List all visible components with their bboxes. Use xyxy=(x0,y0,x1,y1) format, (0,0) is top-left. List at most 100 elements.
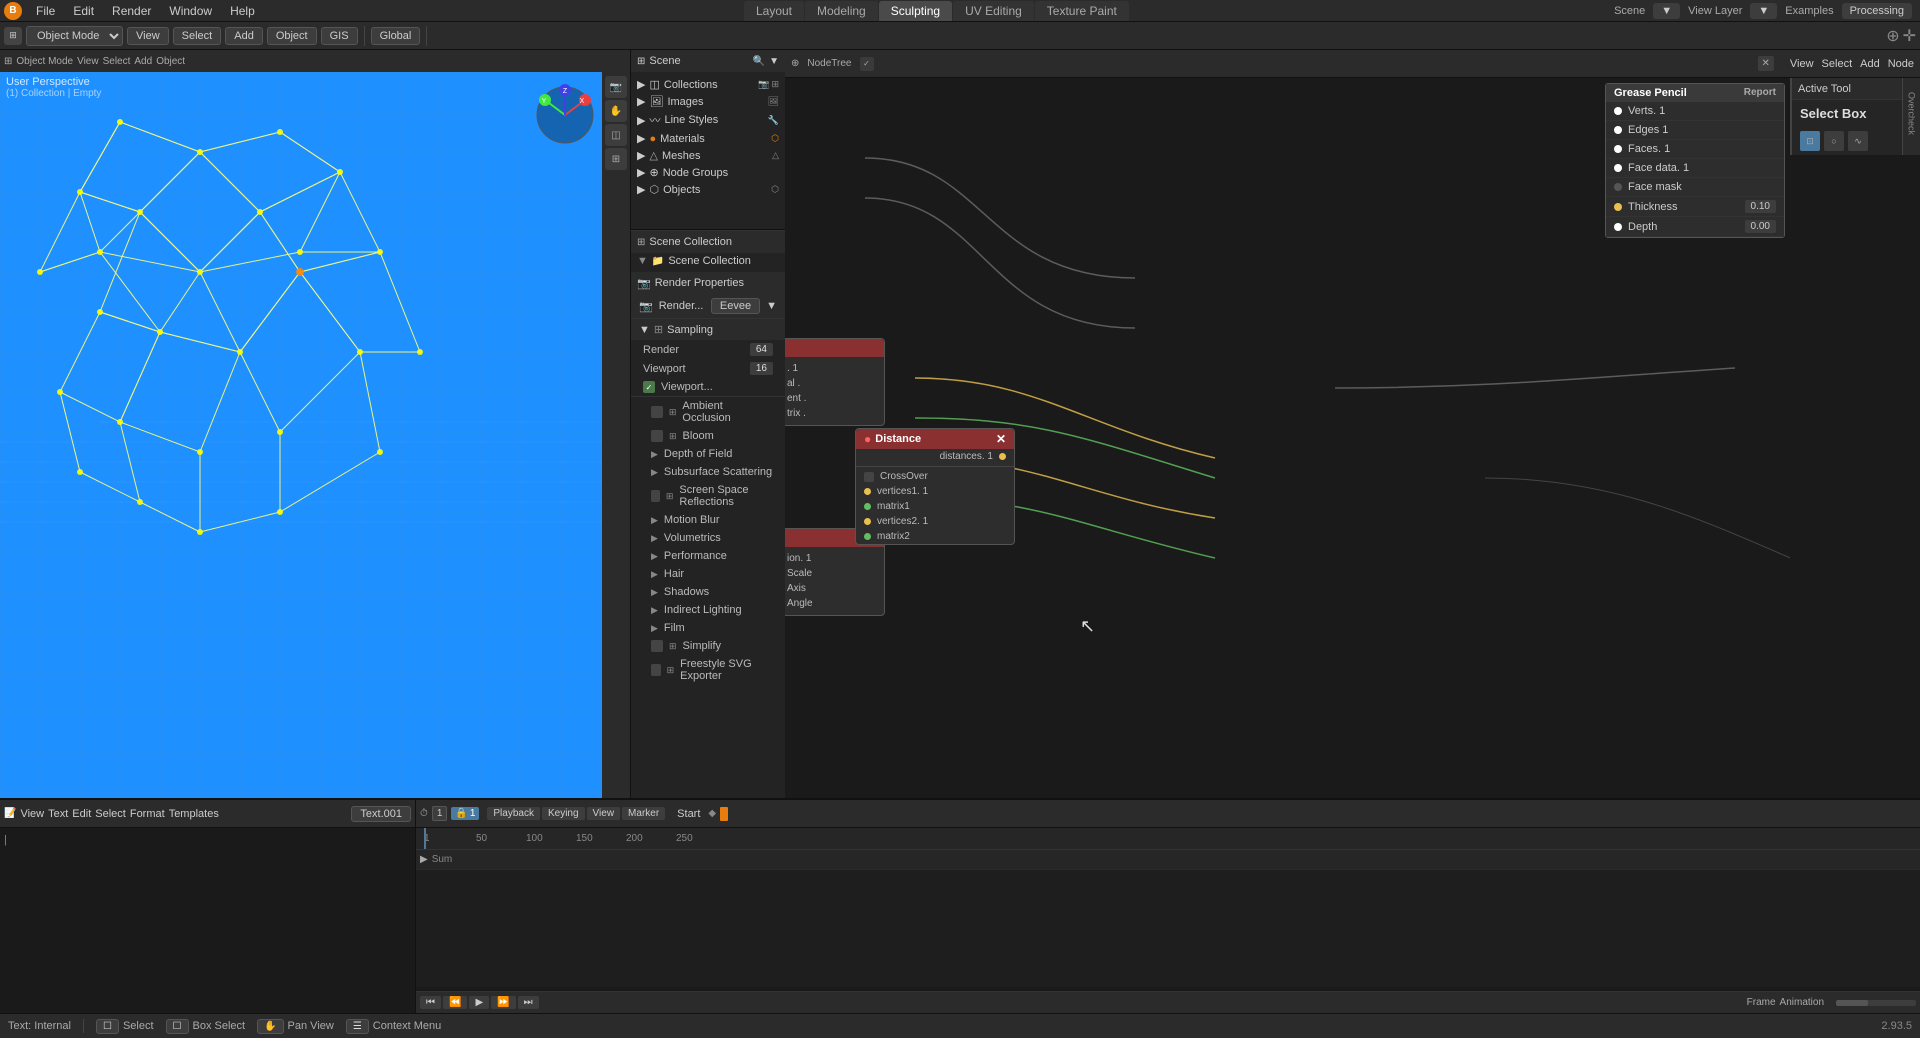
ssr-toggle[interactable] xyxy=(651,490,660,502)
tab-sculpting[interactable]: Sculpting xyxy=(879,1,952,21)
te-format[interactable]: Format xyxy=(130,808,165,820)
tl-play[interactable]: ▶ xyxy=(469,996,489,1009)
ne-select[interactable]: Select xyxy=(1822,58,1853,70)
sampling-header[interactable]: ▼ ⊞ Sampling xyxy=(631,319,785,340)
section-simplify[interactable]: ⊞ Simplify xyxy=(631,637,785,655)
section-motion[interactable]: ▶ Motion Blur xyxy=(631,511,785,529)
tool-grid[interactable]: ⊞ xyxy=(605,148,627,170)
tl-next[interactable]: ⏩ xyxy=(491,996,515,1009)
sel-circle-icon[interactable]: ○ xyxy=(1824,131,1844,151)
sel-lasso-icon[interactable]: ∿ xyxy=(1848,131,1868,151)
section-dof[interactable]: ▶ Depth of Field xyxy=(631,445,785,463)
nav-widget[interactable]: X Y Z xyxy=(530,80,600,150)
tab-texture-paint[interactable]: Texture Paint xyxy=(1035,1,1129,21)
te-view[interactable]: View xyxy=(20,808,44,820)
viewport-value[interactable]: 16 xyxy=(750,362,773,375)
tl-scrollbar[interactable] xyxy=(1836,1000,1916,1006)
ne-check[interactable]: ✓ xyxy=(860,57,874,71)
te-edit[interactable]: Edit xyxy=(72,808,91,820)
te-text[interactable]: Text xyxy=(48,808,68,820)
view-btn[interactable]: View xyxy=(127,27,169,45)
gis-btn[interactable]: GIS xyxy=(321,27,358,45)
tl-playback-btn[interactable]: Playback xyxy=(487,807,540,820)
item-line-styles[interactable]: ▶ 〰 Line Styles 🔧 xyxy=(631,110,785,130)
te-select[interactable]: Select xyxy=(95,808,126,820)
render-value[interactable]: 64 xyxy=(750,343,773,356)
section-ambient[interactable]: ⊞ Ambient Occlusion xyxy=(631,397,785,427)
outliner-scene-col[interactable]: ▼ 📁 Scene Collection xyxy=(631,253,785,269)
viewport-select[interactable]: Select xyxy=(103,56,131,67)
tab-layout[interactable]: Layout xyxy=(744,1,804,21)
ne-close-btn[interactable]: ✕ xyxy=(1758,56,1774,71)
menu-edit[interactable]: Edit xyxy=(65,2,102,20)
dn-crossover-check[interactable] xyxy=(864,472,874,482)
item-images[interactable]: ▶ 🖼 Images 🖼 xyxy=(631,93,785,110)
playhead[interactable] xyxy=(424,828,426,849)
scene-search-icon[interactable]: 🔍 xyxy=(753,56,765,67)
tl-last[interactable]: ⏭ xyxy=(518,996,539,1009)
tl-anim-btn[interactable]: Animation xyxy=(1780,997,1824,1008)
viewport-view[interactable]: View xyxy=(77,56,99,67)
item-materials[interactable]: ▶ ● Materials ⬡ xyxy=(631,130,785,147)
section-vol[interactable]: ▶ Volumetrics xyxy=(631,529,785,547)
view-layer-button[interactable]: ▼ xyxy=(1750,3,1777,19)
ne-view[interactable]: View xyxy=(1790,58,1814,70)
scene-filter-icon[interactable]: ▼ xyxy=(769,56,779,67)
te-file-btn[interactable]: Text.001 xyxy=(351,806,411,822)
add-btn[interactable]: Add xyxy=(225,27,263,45)
viewport-check-toggle[interactable]: ✓ xyxy=(643,381,655,393)
tl-first[interactable]: ⏮ xyxy=(420,996,441,1009)
item-meshes[interactable]: ▶ △ Meshes △ xyxy=(631,147,785,164)
menu-help[interactable]: Help xyxy=(222,2,263,20)
section-film[interactable]: ▶ Film xyxy=(631,619,785,637)
engine-dropdown[interactable]: Eevee xyxy=(711,298,760,314)
section-shadows[interactable]: ▶ Shadows xyxy=(631,583,785,601)
tl-start[interactable]: 1 xyxy=(432,806,448,821)
tool-camera[interactable]: 📷 xyxy=(605,76,627,98)
tl-view-btn[interactable]: View xyxy=(587,807,621,820)
processing-button[interactable]: Processing xyxy=(1842,3,1912,19)
section-freestyle[interactable]: ⊞ Freestyle SVG Exporter xyxy=(631,655,785,685)
section-bloom[interactable]: ⊞ Bloom xyxy=(631,427,785,445)
ao-toggle[interactable] xyxy=(651,406,663,418)
freestyle-toggle[interactable] xyxy=(651,664,661,676)
tl-prev[interactable]: ⏪ xyxy=(443,996,467,1009)
menu-window[interactable]: Window xyxy=(161,2,220,20)
select-btn[interactable]: Select xyxy=(173,27,222,45)
item-collections[interactable]: ▶ ◫ Collections 📷 ⊞ xyxy=(631,76,785,93)
tl-frame-btn[interactable]: Frame xyxy=(1747,997,1776,1008)
section-perf[interactable]: ▶ Performance xyxy=(631,547,785,565)
section-ssr[interactable]: ⊞ Screen Space Reflections xyxy=(631,481,785,511)
ne-node[interactable]: Node xyxy=(1888,58,1914,70)
global-btn[interactable]: Global xyxy=(371,27,421,45)
gp-dep-value[interactable]: 0.00 xyxy=(1745,220,1776,233)
menu-file[interactable]: File xyxy=(28,2,63,20)
tool-layers[interactable]: ◫ xyxy=(605,124,627,146)
sel-box-icon[interactable]: ⊡ xyxy=(1800,131,1820,151)
tab-modeling[interactable]: Modeling xyxy=(805,1,878,21)
section-sss[interactable]: ▶ Subsurface Scattering xyxy=(631,463,785,481)
tl-marker-btn[interactable]: Marker xyxy=(622,807,665,820)
tab-uv-editing[interactable]: UV Editing xyxy=(953,1,1034,21)
text-editor-content[interactable]: | xyxy=(0,828,415,1015)
object-btn[interactable]: Object xyxy=(267,27,317,45)
tl-record[interactable] xyxy=(720,807,728,821)
tl-keying-btn[interactable]: Keying xyxy=(542,807,585,820)
viewport-add[interactable]: Add xyxy=(134,56,152,67)
menu-render[interactable]: Render xyxy=(104,2,159,20)
mode-select[interactable]: Object Mode xyxy=(26,26,123,46)
section-indirect[interactable]: ▶ Indirect Lighting xyxy=(631,601,785,619)
ne-add[interactable]: Add xyxy=(1860,58,1880,70)
item-node-groups[interactable]: ▶ ⊕ Node Groups xyxy=(631,164,785,181)
simplify-toggle[interactable] xyxy=(651,640,663,652)
gp-th-value[interactable]: 0.10 xyxy=(1745,200,1776,213)
viewport-object[interactable]: Object xyxy=(156,56,185,67)
te-templates[interactable]: Templates xyxy=(169,808,219,820)
tl-start-label[interactable]: Start xyxy=(677,808,700,820)
engine-arrow[interactable]: ▼ xyxy=(766,300,777,312)
bloom-toggle[interactable] xyxy=(651,430,663,442)
viewport-3d[interactable]: ⊞ Object Mode View Select Add Object xyxy=(0,50,630,798)
tl-current[interactable]: 🔒 1 xyxy=(451,807,479,820)
item-objects[interactable]: ▶ ⬡ Objects ⬡ xyxy=(631,181,785,198)
scene-button[interactable]: ▼ xyxy=(1653,3,1680,19)
